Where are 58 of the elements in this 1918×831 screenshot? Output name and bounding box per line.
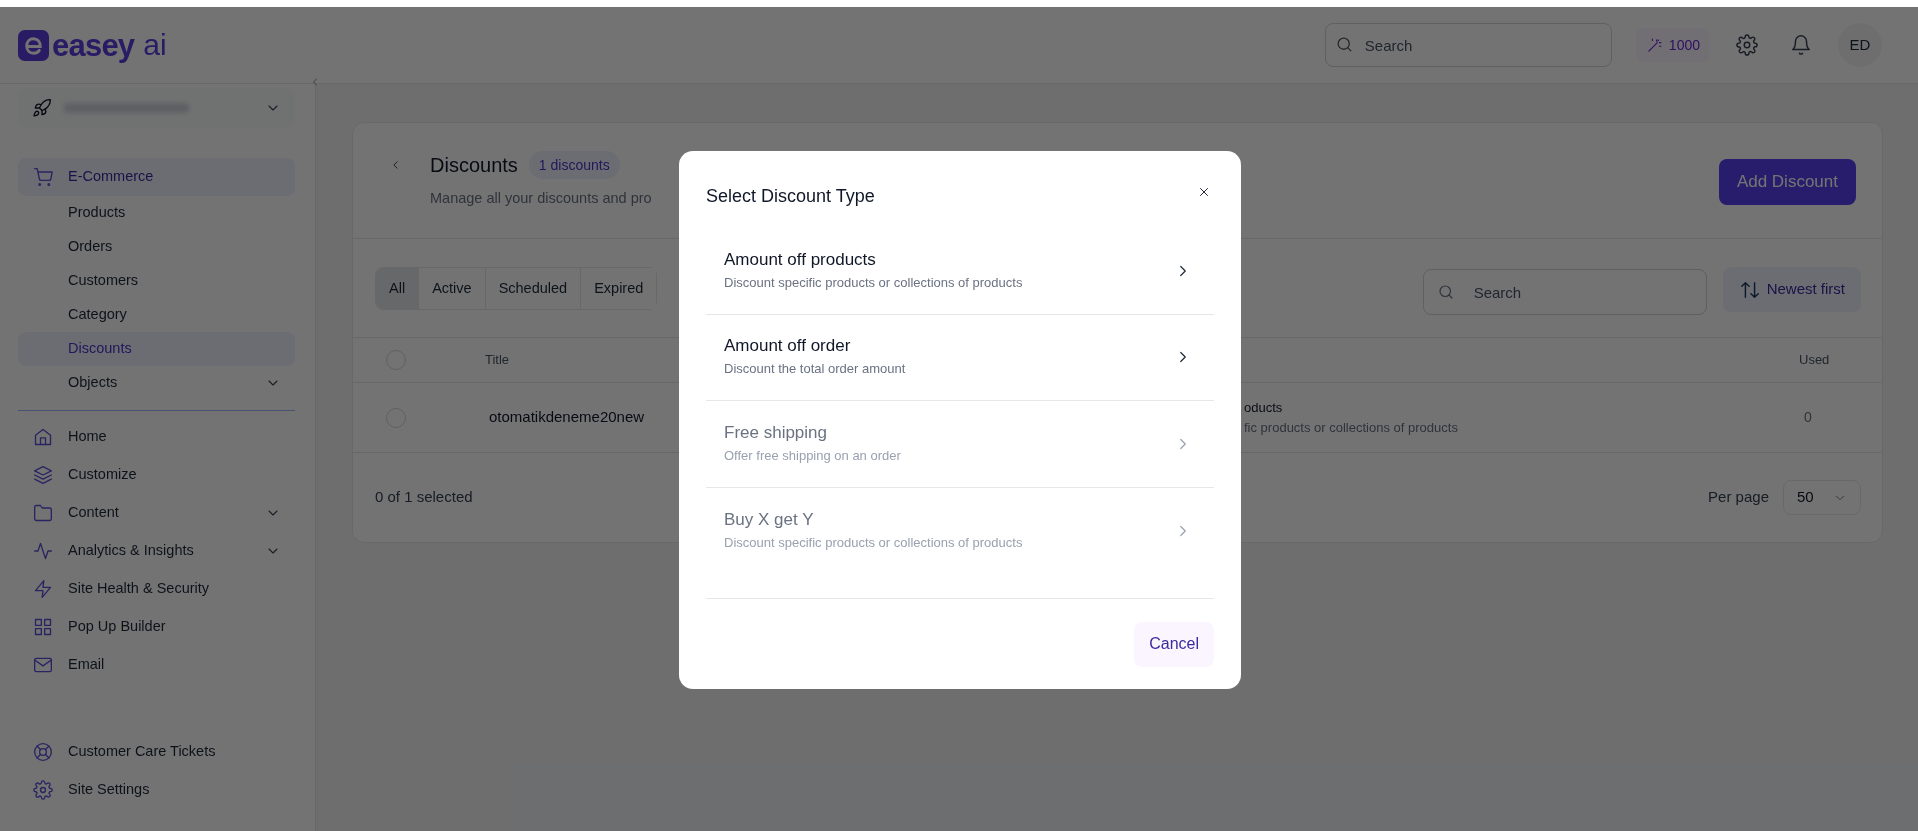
count-badge: 1 discounts [528,151,620,179]
house-icon [33,427,53,447]
filter-tab[interactable]: All [376,268,419,309]
sidebar-subitem[interactable]: Discounts [18,332,295,366]
layers-icon [33,465,53,485]
per-page-select[interactable]: 50 [1783,480,1861,515]
per-page-label: Per page [1708,487,1769,508]
discount-type-option[interactable]: Amount off products Discount specific products or collections of products [706,228,1214,315]
selection-summary: 0 of 1 selected [375,487,473,508]
sidebar-item[interactable]: Content [18,494,295,532]
sidebar-item[interactable]: Pop Up Builder [18,608,295,646]
magic-wand-icon [1645,36,1663,54]
envelope-icon [33,655,53,675]
user-avatar[interactable]: ED [1838,23,1882,67]
table-cell: otomatikdeneme20new [489,408,645,426]
logo-suffix: ai [143,30,167,60]
sidebar-subitem[interactable]: Category [18,298,295,332]
sidebar-subitem[interactable]: Objects [18,366,295,400]
page-subtitle: Manage all your discounts and pro [430,189,652,208]
close-icon [1197,185,1211,199]
table-cell-text: oducts [1244,398,1284,417]
settings-icon [33,780,53,800]
sort-button[interactable]: Newest first [1722,267,1861,312]
logo-wordmark: easey [52,29,135,61]
sidebar-item[interactable]: Site Settings [18,771,295,809]
search-field[interactable]: Search [1324,23,1612,67]
page-title: Discounts [430,153,518,178]
sidebar-item[interactable]: Site Health & Security [18,570,295,608]
sidebar-item[interactable]: Analytics & Insights [18,532,295,570]
pulse-line-icon [33,541,53,561]
discount-type-option[interactable]: Amount off order Discount the total order amount [706,314,1214,401]
sidebar-item[interactable]: Home [18,418,295,456]
table-cell-text: fic products or collections of products [1244,418,1459,437]
dialog-title: Select Discount Type [706,185,875,208]
search-field[interactable]: Search [1422,269,1707,315]
cancel-button[interactable]: Cancel [1134,621,1214,667]
filter-tab[interactable]: Expired [580,268,657,309]
settings-icon [1736,34,1758,56]
sidebar-subitem[interactable]: Products [18,196,295,230]
logo-mark-icon [18,29,49,61]
rocket-icon [32,98,52,118]
lifebuoy-icon [33,742,53,762]
column-header: Used [1799,352,1830,368]
credits-badge: 1000 [1635,28,1710,62]
sidebar-item[interactable]: Customize [18,456,295,494]
table-cell: 0 [1804,409,1812,425]
lightning-icon [33,579,53,599]
grid-icon [33,617,53,637]
sidebar-item[interactable]: E-Commerce [18,158,295,196]
folder-icon [33,503,53,523]
bell-icon [1790,34,1812,56]
add-discount-button[interactable]: Add Discount [1718,159,1856,205]
sidebar-item[interactable]: Customer Care Tickets [18,733,295,771]
sidebar-subitem[interactable]: Orders [18,230,295,264]
shopping-cart-icon [33,167,53,187]
sidebar-subitem[interactable]: Customers [18,264,295,298]
sidebar-item[interactable]: Email [18,646,295,684]
column-header: Title [485,352,510,368]
